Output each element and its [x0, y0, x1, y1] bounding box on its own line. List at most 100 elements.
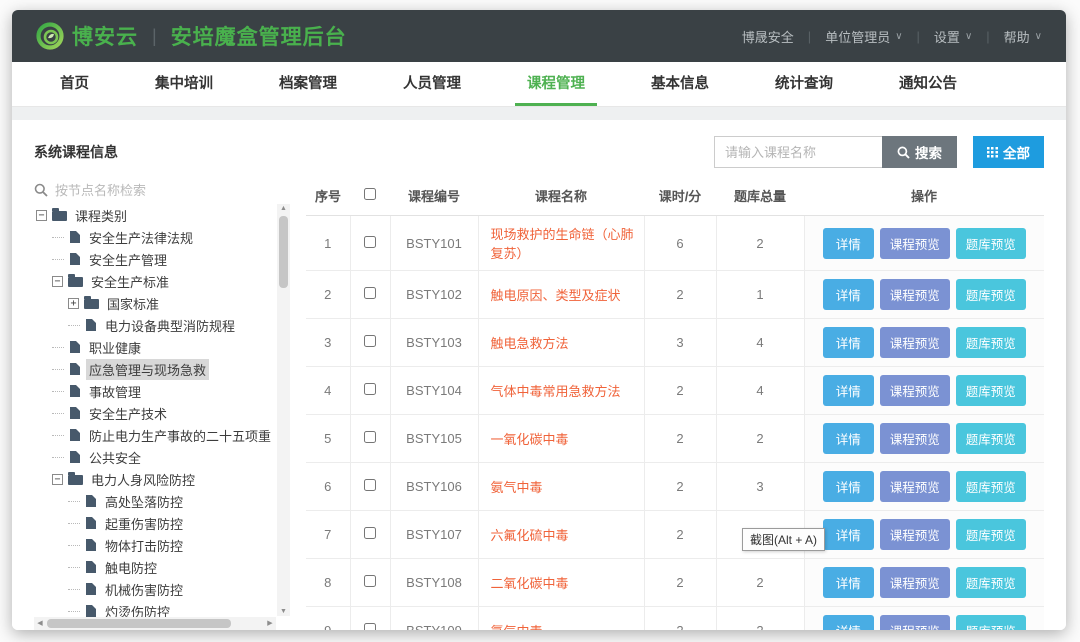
user-role-menu[interactable]: 单位管理员 ∨ — [825, 27, 902, 46]
horizontal-scroll-thumb[interactable] — [47, 619, 231, 628]
row-checkbox[interactable] — [364, 236, 376, 248]
tree-filter-input[interactable] — [55, 183, 245, 198]
tree-node[interactable]: 应急管理与现场急救 — [34, 358, 276, 380]
tree-node-label[interactable]: 触电防控 — [102, 557, 160, 578]
nav-tab[interactable]: 统计查询 — [763, 62, 845, 106]
tree-node-label[interactable]: 课程类别 — [72, 205, 130, 226]
row-checkbox[interactable] — [364, 431, 376, 443]
course-preview-button[interactable]: 课程预览 — [880, 279, 950, 310]
nav-tab[interactable]: 档案管理 — [267, 62, 349, 106]
tree-node[interactable]: 触电防控 — [34, 556, 276, 578]
question-bank-preview-button[interactable]: 题库预览 — [956, 423, 1026, 454]
search-button[interactable]: 搜索 — [882, 136, 957, 168]
expand-icon[interactable]: + — [68, 298, 79, 309]
detail-button[interactable]: 详情 — [823, 279, 874, 310]
tree-node-label[interactable]: 安全生产法律法规 — [86, 227, 196, 248]
nav-tab[interactable]: 基本信息 — [639, 62, 721, 106]
course-name-cell[interactable]: 二氧化碳中毒 — [478, 559, 644, 607]
question-bank-preview-button[interactable]: 题库预览 — [956, 279, 1026, 310]
detail-button[interactable]: 详情 — [823, 327, 874, 358]
row-checkbox[interactable] — [364, 623, 376, 630]
tree-node[interactable]: 高处坠落防控 — [34, 490, 276, 512]
course-preview-button[interactable]: 课程预览 — [880, 519, 950, 550]
tree-node[interactable]: 起重伤害防控 — [34, 512, 276, 534]
tree-vertical-scrollbar[interactable]: ▲ ▼ — [277, 204, 290, 616]
tree-node[interactable]: 安全生产管理 — [34, 248, 276, 270]
collapse-icon[interactable]: − — [36, 210, 47, 221]
tree-node-label[interactable]: 事故管理 — [86, 381, 144, 402]
tree-node-label[interactable]: 物体打击防控 — [102, 535, 186, 556]
row-checkbox[interactable] — [364, 383, 376, 395]
course-preview-button[interactable]: 课程预览 — [880, 375, 950, 406]
detail-button[interactable]: 详情 — [823, 615, 874, 630]
detail-button[interactable]: 详情 — [823, 375, 874, 406]
course-name-cell[interactable]: 现场救护的生命链（心肺复苏） — [478, 216, 644, 271]
help-menu[interactable]: 帮助 ∨ — [1004, 27, 1042, 46]
course-name-cell[interactable]: 触电急救方法 — [478, 319, 644, 367]
tree-node[interactable]: 事故管理 — [34, 380, 276, 402]
question-bank-preview-button[interactable]: 题库预览 — [956, 519, 1026, 550]
tree-node-label[interactable]: 机械伤害防控 — [102, 579, 186, 600]
row-checkbox[interactable] — [364, 335, 376, 347]
tree-horizontal-scrollbar[interactable]: ◀ ▶ — [34, 617, 276, 630]
row-checkbox[interactable] — [364, 287, 376, 299]
tree-node-label[interactable]: 应急管理与现场急救 — [86, 359, 209, 380]
row-checkbox[interactable] — [364, 527, 376, 539]
tree-node-label[interactable]: 防止电力生产事故的二十五项重 — [86, 425, 274, 446]
course-preview-button[interactable]: 课程预览 — [880, 327, 950, 358]
course-preview-button[interactable]: 课程预览 — [880, 471, 950, 502]
vertical-scroll-thumb[interactable] — [279, 216, 288, 288]
course-name-cell[interactable]: 六氟化硫中毒 — [478, 511, 644, 559]
tree-node[interactable]: 职业健康 — [34, 336, 276, 358]
course-name-cell[interactable]: 氯气中毒 — [478, 607, 644, 631]
course-search-input[interactable] — [714, 136, 882, 168]
tree-node-label[interactable]: 安全生产技术 — [86, 403, 170, 424]
tree-node-label[interactable]: 电力设备典型消防规程 — [102, 315, 238, 336]
course-preview-button[interactable]: 课程预览 — [880, 615, 950, 630]
course-preview-button[interactable]: 课程预览 — [880, 228, 950, 259]
settings-menu[interactable]: 设置 ∨ — [934, 27, 972, 46]
tree-node-label[interactable]: 国家标准 — [104, 293, 162, 314]
course-preview-button[interactable]: 课程预览 — [880, 423, 950, 454]
detail-button[interactable]: 详情 — [823, 228, 874, 259]
nav-tab[interactable]: 人员管理 — [391, 62, 473, 106]
tree-node[interactable]: −安全生产标准 — [34, 270, 276, 292]
question-bank-preview-button[interactable]: 题库预览 — [956, 615, 1026, 630]
all-button[interactable]: 全部 — [973, 136, 1044, 168]
nav-tab[interactable]: 通知公告 — [887, 62, 969, 106]
tree-node-label[interactable]: 安全生产标准 — [88, 271, 172, 292]
tree-node[interactable]: 安全生产法律法规 — [34, 226, 276, 248]
course-name-cell[interactable]: 气体中毒常用急救方法 — [478, 367, 644, 415]
tree-node[interactable]: − 课程类别 — [34, 204, 276, 226]
tree-node-label[interactable]: 职业健康 — [86, 337, 144, 358]
row-checkbox[interactable] — [364, 479, 376, 491]
question-bank-preview-button[interactable]: 题库预览 — [956, 471, 1026, 502]
collapse-icon[interactable]: − — [52, 474, 63, 485]
nav-tab[interactable]: 首页 — [48, 62, 101, 106]
scroll-up-icon[interactable]: ▲ — [277, 205, 290, 212]
tree-node-label[interactable]: 公共安全 — [86, 447, 144, 468]
tree-node[interactable]: 防止电力生产事故的二十五项重 — [34, 424, 276, 446]
scroll-left-icon[interactable]: ◀ — [34, 617, 46, 630]
course-name-cell[interactable]: 氨气中毒 — [478, 463, 644, 511]
question-bank-preview-button[interactable]: 题库预览 — [956, 375, 1026, 406]
detail-button[interactable]: 详情 — [823, 567, 874, 598]
tree-node[interactable]: 机械伤害防控 — [34, 578, 276, 600]
nav-tab[interactable]: 集中培训 — [143, 62, 225, 106]
nav-tab[interactable]: 课程管理 — [515, 62, 597, 106]
row-checkbox[interactable] — [364, 575, 376, 587]
scroll-down-icon[interactable]: ▼ — [277, 608, 290, 615]
tree-node[interactable]: + 国家标准 — [34, 292, 276, 314]
tree-node[interactable]: 电力设备典型消防规程 — [34, 314, 276, 336]
question-bank-preview-button[interactable]: 题库预览 — [956, 327, 1026, 358]
scroll-right-icon[interactable]: ▶ — [264, 617, 276, 630]
course-preview-button[interactable]: 课程预览 — [880, 567, 950, 598]
select-all-checkbox[interactable] — [364, 188, 376, 200]
tree-node[interactable]: 物体打击防控 — [34, 534, 276, 556]
course-name-cell[interactable]: 触电原因、类型及症状 — [478, 271, 644, 319]
course-name-cell[interactable]: 一氧化碳中毒 — [478, 415, 644, 463]
question-bank-preview-button[interactable]: 题库预览 — [956, 567, 1026, 598]
tree-node-label[interactable]: 高处坠落防控 — [102, 491, 186, 512]
tree-node[interactable]: 安全生产技术 — [34, 402, 276, 424]
tree-node[interactable]: 公共安全 — [34, 446, 276, 468]
